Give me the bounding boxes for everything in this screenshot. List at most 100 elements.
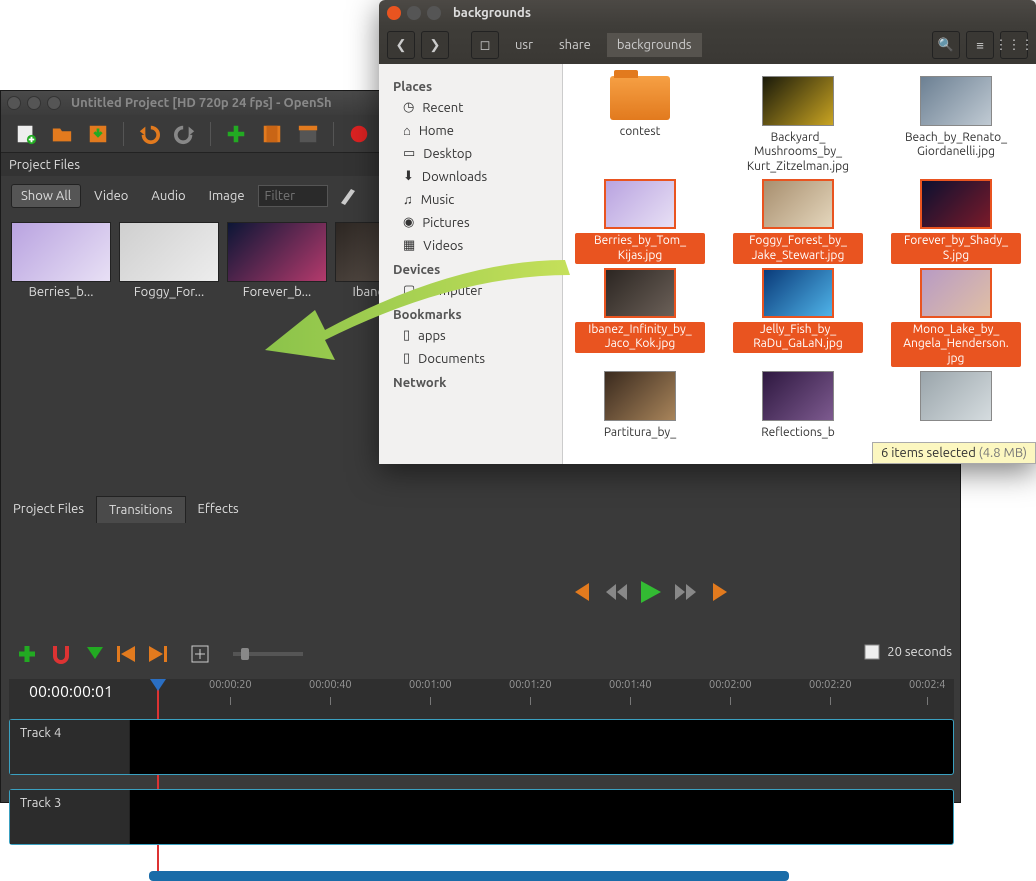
documents-icon: ▯	[403, 351, 410, 366]
jump-start-icon[interactable]	[571, 583, 591, 601]
track[interactable]: Track 3	[9, 789, 954, 845]
folder-item[interactable]: contest	[575, 76, 705, 175]
sidebar-item[interactable]: ▯Documents	[385, 347, 556, 370]
zoom-label: 20 seconds	[863, 643, 952, 661]
clapper-icon[interactable]	[297, 123, 319, 145]
path-root-icon[interactable]: ◻	[471, 31, 499, 59]
zoom-slider[interactable]	[233, 652, 303, 656]
sidebar-item[interactable]: ▭Desktop	[385, 142, 556, 165]
clear-filter-icon[interactable]	[337, 185, 359, 207]
file-item[interactable]	[891, 371, 1021, 441]
filter-image[interactable]: Image	[199, 184, 255, 208]
file-item[interactable]: Mono_Lake_by_Angela_Henderson.jpg	[891, 268, 1021, 367]
thumbnail	[604, 179, 676, 229]
rewind-icon[interactable]	[605, 584, 627, 600]
filter-show-all[interactable]: Show All	[11, 184, 81, 208]
tracks: Track 4 Track 3	[9, 719, 954, 859]
track-header[interactable]: Track 3	[10, 790, 130, 844]
forward-button[interactable]: ❯	[421, 31, 449, 59]
file-item[interactable]: Beach_by_Renato_Giordanelli.jpg	[891, 76, 1021, 175]
file-item[interactable]: Jelly_Fish_by_RaDu_GaLaN.jpg	[733, 268, 863, 367]
jump-end-icon[interactable]	[711, 583, 731, 601]
filter-audio[interactable]: Audio	[141, 184, 195, 208]
file-item[interactable]: Foggy_Forest_by_Jake_Stewart.jpg	[733, 179, 863, 264]
file-label: Forever_by_Shady_S.jpg	[891, 233, 1021, 264]
sidebar-item[interactable]: ◉Pictures	[385, 211, 556, 234]
file-item[interactable]: Berries_by_Tom_Kijas.jpg	[575, 179, 705, 264]
file-item[interactable]: Ibanez_Infinity_by_Jaco_Kok.jpg	[575, 268, 705, 367]
sidebar-heading: Bookmarks	[385, 302, 556, 324]
track[interactable]: Track 4	[9, 719, 954, 775]
next-marker-icon[interactable]	[149, 646, 167, 662]
add-file-icon[interactable]	[225, 123, 247, 145]
nautilus-toolbar: ❮ ❯ ◻ usr share backgrounds 🔍 ≡ ⋮⋮⋮	[379, 26, 1036, 64]
redo-icon[interactable]	[174, 123, 196, 145]
sidebar-item[interactable]: ⌂Home	[385, 119, 556, 142]
thumbnail	[762, 268, 834, 318]
tab-transitions[interactable]: Transitions	[96, 496, 186, 523]
sidebar-item[interactable]: ⬇Downloads	[385, 165, 556, 188]
file-label: Backyard_Mushrooms_by_Kurt_Zitzelman.jpg	[733, 130, 863, 175]
project-file[interactable]: Berries_b...	[11, 222, 111, 470]
pictures-icon: ◉	[403, 215, 414, 230]
track-header[interactable]: Track 4	[10, 720, 130, 774]
file-item[interactable]: Partitura_by_	[575, 371, 705, 441]
apps-icon: ▯	[403, 328, 410, 343]
player-controls	[571, 581, 731, 603]
file-item[interactable]: Reflections_b	[733, 371, 863, 441]
prev-marker-icon[interactable]	[117, 646, 135, 662]
add-track-icon[interactable]	[17, 644, 37, 664]
sidebar-item[interactable]: ♫Music	[385, 188, 556, 211]
project-file[interactable]: Foggy_For...	[119, 222, 219, 470]
sidebar-item[interactable]: ◷Recent	[385, 96, 556, 119]
search-icon[interactable]: 🔍	[932, 31, 960, 59]
sidebar-item[interactable]: ▢Computer	[385, 279, 556, 302]
view-list-icon[interactable]: ≡	[966, 31, 994, 59]
filter-video[interactable]: Video	[84, 184, 138, 208]
breadcrumb[interactable]: share	[549, 33, 601, 57]
file-label: Beach_by_Renato_Giordanelli.jpg	[891, 130, 1021, 161]
snap-icon[interactable]	[51, 644, 73, 664]
ruler-tick: 00:01:20	[509, 679, 552, 691]
filter-input[interactable]	[258, 185, 328, 207]
breadcrumb[interactable]: backgrounds	[607, 33, 702, 57]
file-item[interactable]: Backyard_Mushrooms_by_Kurt_Zitzelman.jpg	[733, 76, 863, 175]
separator	[333, 122, 334, 146]
new-project-icon[interactable]	[15, 123, 37, 145]
close-icon[interactable]	[387, 6, 401, 20]
marker-dropdown-icon[interactable]	[87, 647, 103, 661]
minimize-icon[interactable]	[407, 6, 421, 20]
maximize-icon[interactable]	[427, 6, 441, 20]
timeline-scrollbar[interactable]	[149, 871, 789, 881]
timeline-ruler[interactable]: 00:00:00:01 00:00:2000:00:4000:01:0000:0…	[9, 679, 954, 719]
play-icon[interactable]	[641, 581, 661, 603]
close-icon[interactable]	[7, 96, 21, 110]
film-icon[interactable]	[261, 123, 283, 145]
sidebar-item[interactable]: ▯apps	[385, 324, 556, 347]
record-icon[interactable]	[348, 123, 370, 145]
sidebar-item[interactable]: ▦Videos	[385, 234, 556, 257]
tab-effects[interactable]: Effects	[186, 496, 251, 523]
breadcrumb[interactable]: usr	[505, 33, 543, 57]
project-file[interactable]: Forever_b...	[227, 222, 327, 470]
maximize-icon[interactable]	[47, 96, 61, 110]
desktop-icon: ▭	[403, 146, 415, 161]
save-project-icon[interactable]	[87, 123, 109, 145]
ruler-tick: 00:01:00	[409, 679, 452, 691]
forward-icon[interactable]	[675, 584, 697, 600]
thumbnail	[920, 76, 992, 126]
center-playhead-icon[interactable]	[191, 645, 209, 663]
back-button[interactable]: ❮	[387, 31, 415, 59]
minimize-icon[interactable]	[27, 96, 41, 110]
file-label: Ibanez_Infinity_by_Jaco_Kok.jpg	[575, 322, 705, 353]
tab-project-files[interactable]: Project Files	[1, 496, 96, 523]
open-project-icon[interactable]	[51, 123, 73, 145]
nautilus-files[interactable]: contest Backyard_Mushrooms_by_Kurt_Zitzel…	[563, 64, 1036, 464]
view-grid-icon[interactable]: ⋮⋮⋮	[1000, 31, 1028, 59]
window-title: backgrounds	[453, 6, 531, 20]
folder-icon	[610, 76, 670, 120]
file-item[interactable]: Forever_by_Shady_S.jpg	[891, 179, 1021, 264]
undo-icon[interactable]	[138, 123, 160, 145]
file-label: contest	[575, 124, 705, 140]
downloads-icon: ⬇	[403, 169, 414, 184]
